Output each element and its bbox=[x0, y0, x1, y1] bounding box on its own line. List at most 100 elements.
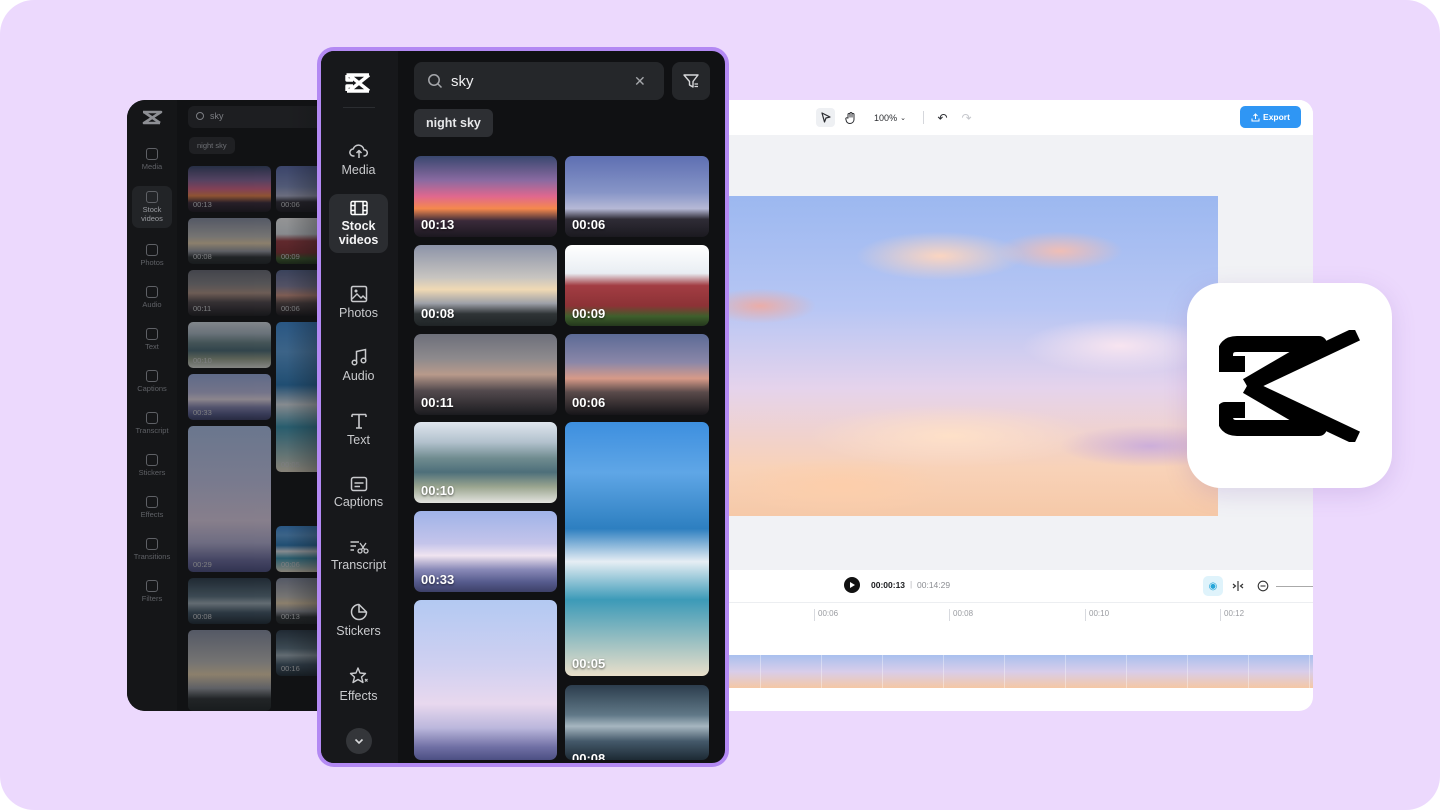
transcript-icon bbox=[350, 541, 369, 554]
sidebar-item-effects[interactable]: Effects bbox=[329, 660, 388, 709]
sparkle-star-icon bbox=[349, 667, 368, 684]
undo-icon: ↶ bbox=[937, 110, 948, 125]
bg-sidebar-item-audio: Audio bbox=[132, 286, 172, 309]
promo-backdrop: Media Stock videos Photos Audio Text Cap… bbox=[0, 0, 1440, 810]
bg-video-thumbnail bbox=[188, 630, 271, 711]
filter-funnel-icon bbox=[683, 74, 699, 88]
undo-button[interactable]: ↶ bbox=[933, 108, 952, 127]
play-button[interactable] bbox=[844, 577, 860, 593]
sidebar-item-stickers[interactable]: Stickers bbox=[329, 597, 388, 644]
upload-icon bbox=[1251, 112, 1260, 121]
image-icon bbox=[146, 244, 158, 256]
timeline-ruler: 00:06 00:08 00:10 00:12 bbox=[700, 602, 1313, 622]
search-value: sky bbox=[451, 73, 474, 90]
hand-tool-button[interactable] bbox=[841, 108, 860, 127]
split-icon bbox=[1232, 581, 1244, 591]
capcut-logo-icon bbox=[141, 110, 163, 131]
suggestion-chip[interactable]: night sky bbox=[414, 109, 493, 137]
export-button[interactable]: Export bbox=[1240, 106, 1301, 128]
sparkle-star-icon bbox=[146, 496, 158, 508]
current-time: 00:00:13 bbox=[871, 580, 906, 590]
bg-video-thumbnail: 00:08 bbox=[188, 578, 271, 624]
video-thumbnail[interactable]: 00:11 bbox=[414, 334, 557, 415]
video-thumbnail[interactable]: 00:08 bbox=[565, 685, 709, 760]
music-note-icon bbox=[146, 286, 158, 298]
zoom-dropdown[interactable]: 100% ⌄ bbox=[870, 108, 910, 127]
sidebar-item-text[interactable]: Text bbox=[329, 406, 388, 453]
time-separator: | bbox=[910, 579, 913, 589]
duration-label: 00:09 bbox=[572, 306, 606, 321]
filter-icon bbox=[146, 580, 158, 592]
sticker-icon bbox=[146, 454, 158, 466]
duration-label: 00:05 bbox=[572, 656, 606, 671]
cursor-arrow-icon bbox=[820, 112, 831, 123]
timeline-zoom-out-button[interactable] bbox=[1253, 576, 1273, 596]
bg-suggestion-chip: night sky bbox=[189, 137, 235, 154]
video-thumbnail[interactable]: 00:09 bbox=[565, 245, 709, 326]
bg-sidebar-item-media: Media bbox=[132, 148, 172, 171]
sidebar-item-media[interactable]: Media bbox=[329, 136, 388, 183]
sidebar: Media Stock videos Photos Audio Text Cap… bbox=[321, 51, 398, 763]
sidebar-divider bbox=[343, 107, 375, 108]
video-track-clip[interactable] bbox=[700, 655, 1313, 688]
bg-sidebar-item-transcript: Transcript bbox=[132, 412, 172, 435]
zoom-out-icon bbox=[1257, 580, 1269, 592]
bg-sidebar-item-filters: Filters bbox=[132, 580, 172, 603]
redo-icon: ↷ bbox=[961, 110, 972, 125]
sidebar-item-audio[interactable]: Audio bbox=[329, 342, 388, 389]
search-icon bbox=[196, 112, 204, 120]
video-thumbnail[interactable]: 00:06 bbox=[565, 334, 709, 415]
bg-sidebar-item-photos: Photos bbox=[132, 244, 172, 267]
video-thumbnail[interactable]: 00:13 bbox=[414, 156, 557, 237]
bg-sidebar-item-stock-videos: Stock videos bbox=[132, 186, 172, 228]
bg-video-thumbnail: 00:13 bbox=[188, 166, 271, 212]
search-input[interactable]: sky ✕ bbox=[414, 62, 664, 100]
duration-label: 00:11 bbox=[421, 395, 454, 410]
bg-sidebar-item-effects: Effects bbox=[132, 496, 172, 519]
ruler-tick: 00:08 bbox=[949, 609, 973, 621]
redo-button[interactable]: ↷ bbox=[957, 108, 976, 127]
cloud-upload-icon bbox=[146, 148, 158, 160]
sidebar-more-button[interactable] bbox=[346, 728, 372, 754]
film-icon bbox=[349, 200, 368, 216]
cloud-upload-icon bbox=[348, 144, 368, 158]
video-thumbnail[interactable]: 00:05 bbox=[565, 422, 709, 676]
playback-controls: 00:00:13 | 00:14:29 ◉ bbox=[700, 570, 1313, 602]
captions-icon bbox=[146, 370, 158, 382]
chevron-down-icon bbox=[354, 738, 364, 744]
split-button[interactable] bbox=[1228, 576, 1248, 596]
capcut-logo-icon bbox=[344, 72, 372, 99]
video-thumbnail[interactable]: 00:06 bbox=[565, 156, 709, 237]
music-note-icon bbox=[350, 348, 367, 366]
background-sidebar: Media Stock videos Photos Audio Text Cap… bbox=[127, 100, 177, 711]
close-icon[interactable]: ✕ bbox=[634, 73, 646, 90]
capcut-logo-icon bbox=[1218, 329, 1360, 442]
background-media-panel: Media Stock videos Photos Audio Text Cap… bbox=[127, 100, 347, 711]
video-thumbnail[interactable]: 00:33 bbox=[414, 511, 557, 592]
transcript-icon bbox=[146, 412, 158, 424]
bg-video-thumbnail: 00:33 bbox=[188, 374, 271, 420]
ai-robot-button[interactable]: ◉ bbox=[1203, 576, 1223, 596]
duration-label: 00:06 bbox=[572, 395, 606, 410]
sidebar-item-photos[interactable]: Photos bbox=[329, 279, 388, 326]
sticker-icon bbox=[350, 603, 367, 621]
sidebar-item-transcript[interactable]: Transcript bbox=[329, 533, 388, 578]
sidebar-item-captions[interactable]: Captions bbox=[329, 470, 388, 515]
bg-video-thumbnail: 00:29 bbox=[188, 426, 271, 572]
select-tool-button[interactable] bbox=[816, 108, 835, 127]
duration-label: 00:06 bbox=[572, 217, 606, 232]
bg-sidebar-item-text: Text bbox=[132, 328, 172, 351]
toolbar-divider bbox=[923, 111, 924, 124]
hand-icon bbox=[845, 111, 855, 124]
filter-button[interactable] bbox=[672, 62, 710, 100]
duration-label: 00:08 bbox=[421, 306, 455, 321]
video-thumbnail[interactable]: 00:08 bbox=[414, 245, 557, 326]
ruler-tick: 00:10 bbox=[1085, 609, 1109, 621]
video-thumbnail[interactable] bbox=[414, 600, 557, 760]
timeline-zoom-slider[interactable] bbox=[1276, 586, 1313, 587]
video-thumbnail[interactable]: 00:10 bbox=[414, 422, 557, 503]
sidebar-item-stock-videos[interactable]: Stock videos bbox=[329, 194, 388, 253]
ruler-tick: 00:12 bbox=[1220, 609, 1244, 621]
total-time: 00:14:29 bbox=[917, 580, 951, 590]
bg-sidebar-item-captions: Captions bbox=[132, 370, 172, 393]
